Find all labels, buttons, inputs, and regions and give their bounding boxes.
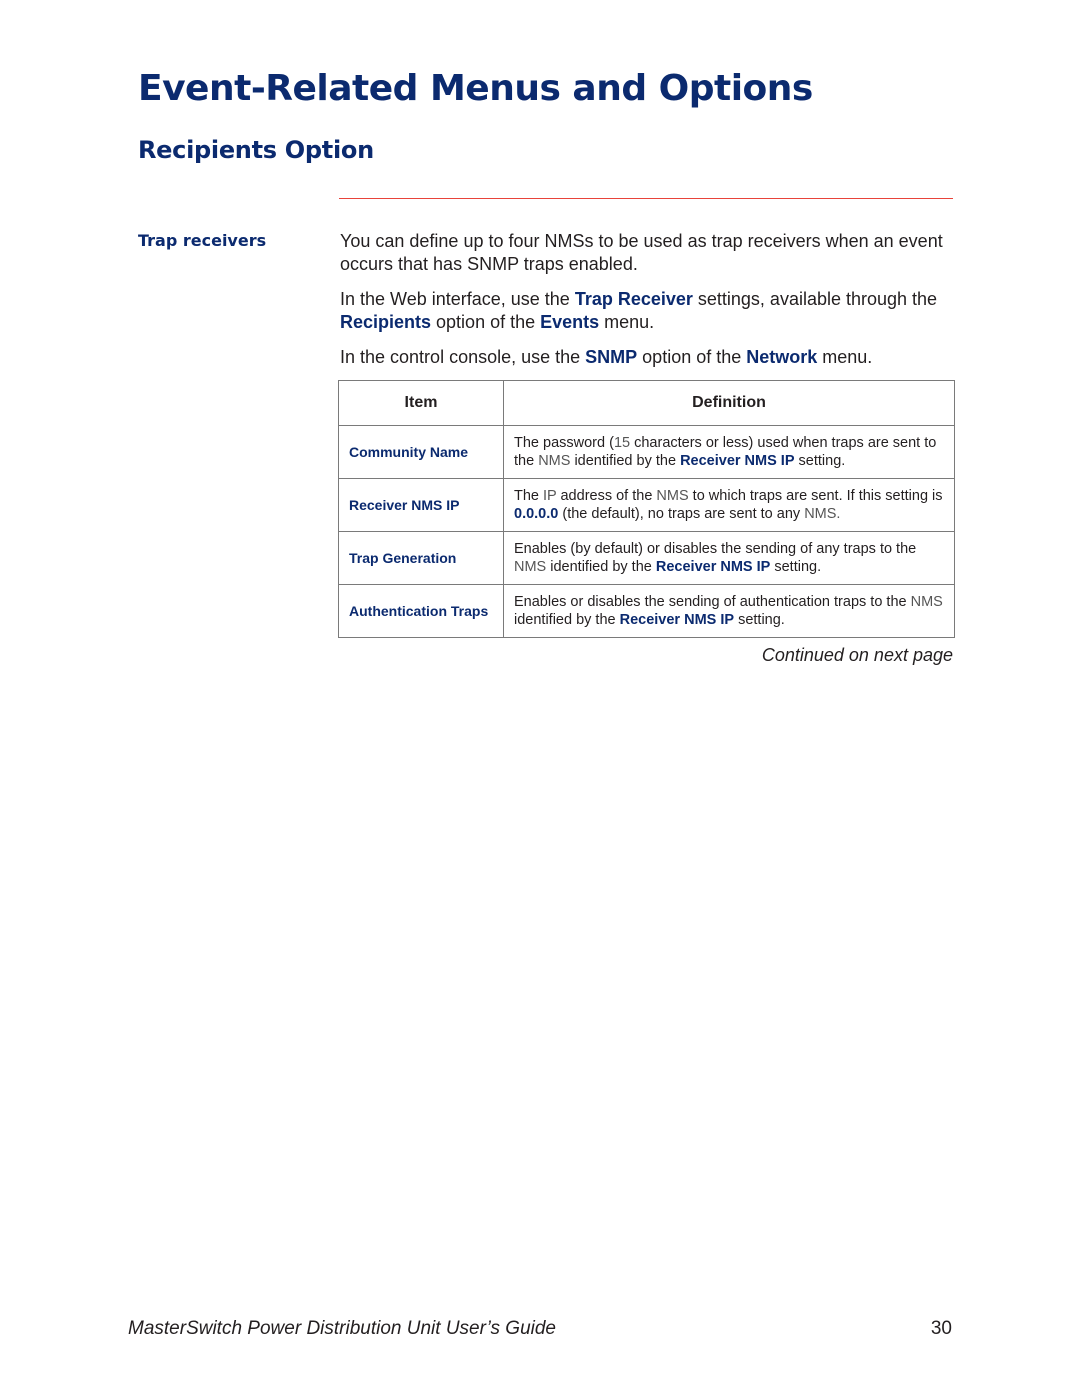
- table-row: Receiver NMS IP The IP address of the NM…: [338, 478, 955, 532]
- text: settings, available through the: [692, 289, 938, 309]
- item-cell: Receiver NMS IP: [338, 478, 504, 532]
- text: Enables (by default) or disables the sen…: [514, 541, 917, 557]
- definitions-table: Item Definition Community Name The passw…: [338, 380, 955, 638]
- text: NMS.: [804, 506, 841, 522]
- section-title: Recipients Option: [138, 136, 374, 164]
- text: IP: [543, 488, 557, 504]
- definition-cell: The IP address of the NMS to which traps…: [503, 478, 955, 532]
- text: setting.: [734, 612, 785, 628]
- keyword-receiver-nms-ip: Receiver NMS IP: [680, 453, 795, 469]
- text: NMS: [656, 488, 689, 504]
- keyword-network: Network: [746, 347, 818, 367]
- text: In the Web interface, use the: [340, 289, 575, 309]
- column-header-item: Item: [338, 380, 504, 426]
- text: (the default), no traps are sent to any: [558, 506, 805, 522]
- item-cell: Community Name: [338, 425, 504, 479]
- table-row: Authentication Traps Enables or disables…: [338, 584, 955, 638]
- text: setting.: [770, 559, 822, 575]
- keyword-recipients: Recipients: [340, 312, 432, 332]
- footer-document-title: MasterSwitch Power Distribution Unit Use…: [128, 1318, 557, 1339]
- column-header-definition: Definition: [503, 380, 955, 426]
- side-heading-trap-receivers: Trap receivers: [138, 231, 267, 250]
- section-divider: [339, 198, 953, 199]
- text: Enables or disables the sending of authe…: [514, 594, 911, 610]
- keyword-events: Events: [540, 312, 600, 332]
- definition-cell: Enables (by default) or disables the sen…: [503, 531, 955, 585]
- keyword-snmp: SNMP: [585, 347, 638, 367]
- text: The: [514, 488, 544, 504]
- keyword-trap-receiver: Trap Receiver: [574, 289, 693, 309]
- text: identified by the: [514, 612, 620, 628]
- text: option of the: [431, 312, 541, 332]
- keyword-default-ip: 0.0.0.0: [514, 506, 559, 522]
- item-cell: Authentication Traps: [338, 584, 504, 638]
- paragraph-control-console: In the control console, use the SNMP opt…: [340, 346, 954, 369]
- paragraph-intro: You can define up to four NMSs to be use…: [340, 231, 943, 274]
- text: identified by the: [570, 453, 681, 469]
- paragraph-web-interface: In the Web interface, use the Trap Recei…: [340, 288, 954, 334]
- page-title: Event-Related Menus and Options: [138, 68, 813, 109]
- table-header-row: Item Definition: [338, 380, 955, 426]
- text: NMS: [538, 453, 571, 469]
- text: 15: [613, 435, 631, 451]
- text: In the control console, use the: [340, 347, 586, 367]
- definition-cell: Enables or disables the sending of authe…: [503, 584, 955, 638]
- text: option of the: [637, 347, 747, 367]
- table-row: Trap Generation Enables (by default) or …: [338, 531, 955, 585]
- page-number: 30: [930, 1318, 952, 1339]
- text: menu.: [817, 347, 873, 367]
- text: menu.: [599, 312, 655, 332]
- text: The password (: [514, 435, 614, 451]
- text: to which traps are sent. If this setting…: [688, 488, 943, 504]
- text: setting.: [794, 453, 846, 469]
- continued-note: Continued on next page: [761, 645, 953, 665]
- definition-cell: The password (15 characters or less) use…: [503, 425, 955, 479]
- text: identified by the: [546, 559, 656, 575]
- text: NMS: [514, 559, 547, 575]
- item-cell: Trap Generation: [338, 531, 504, 585]
- text: address of the: [556, 488, 657, 504]
- keyword-receiver-nms-ip: Receiver NMS IP: [619, 612, 735, 628]
- keyword-receiver-nms-ip: Receiver NMS IP: [655, 559, 771, 575]
- table-row: Community Name The password (15 characte…: [338, 425, 955, 479]
- text: NMS: [910, 594, 943, 610]
